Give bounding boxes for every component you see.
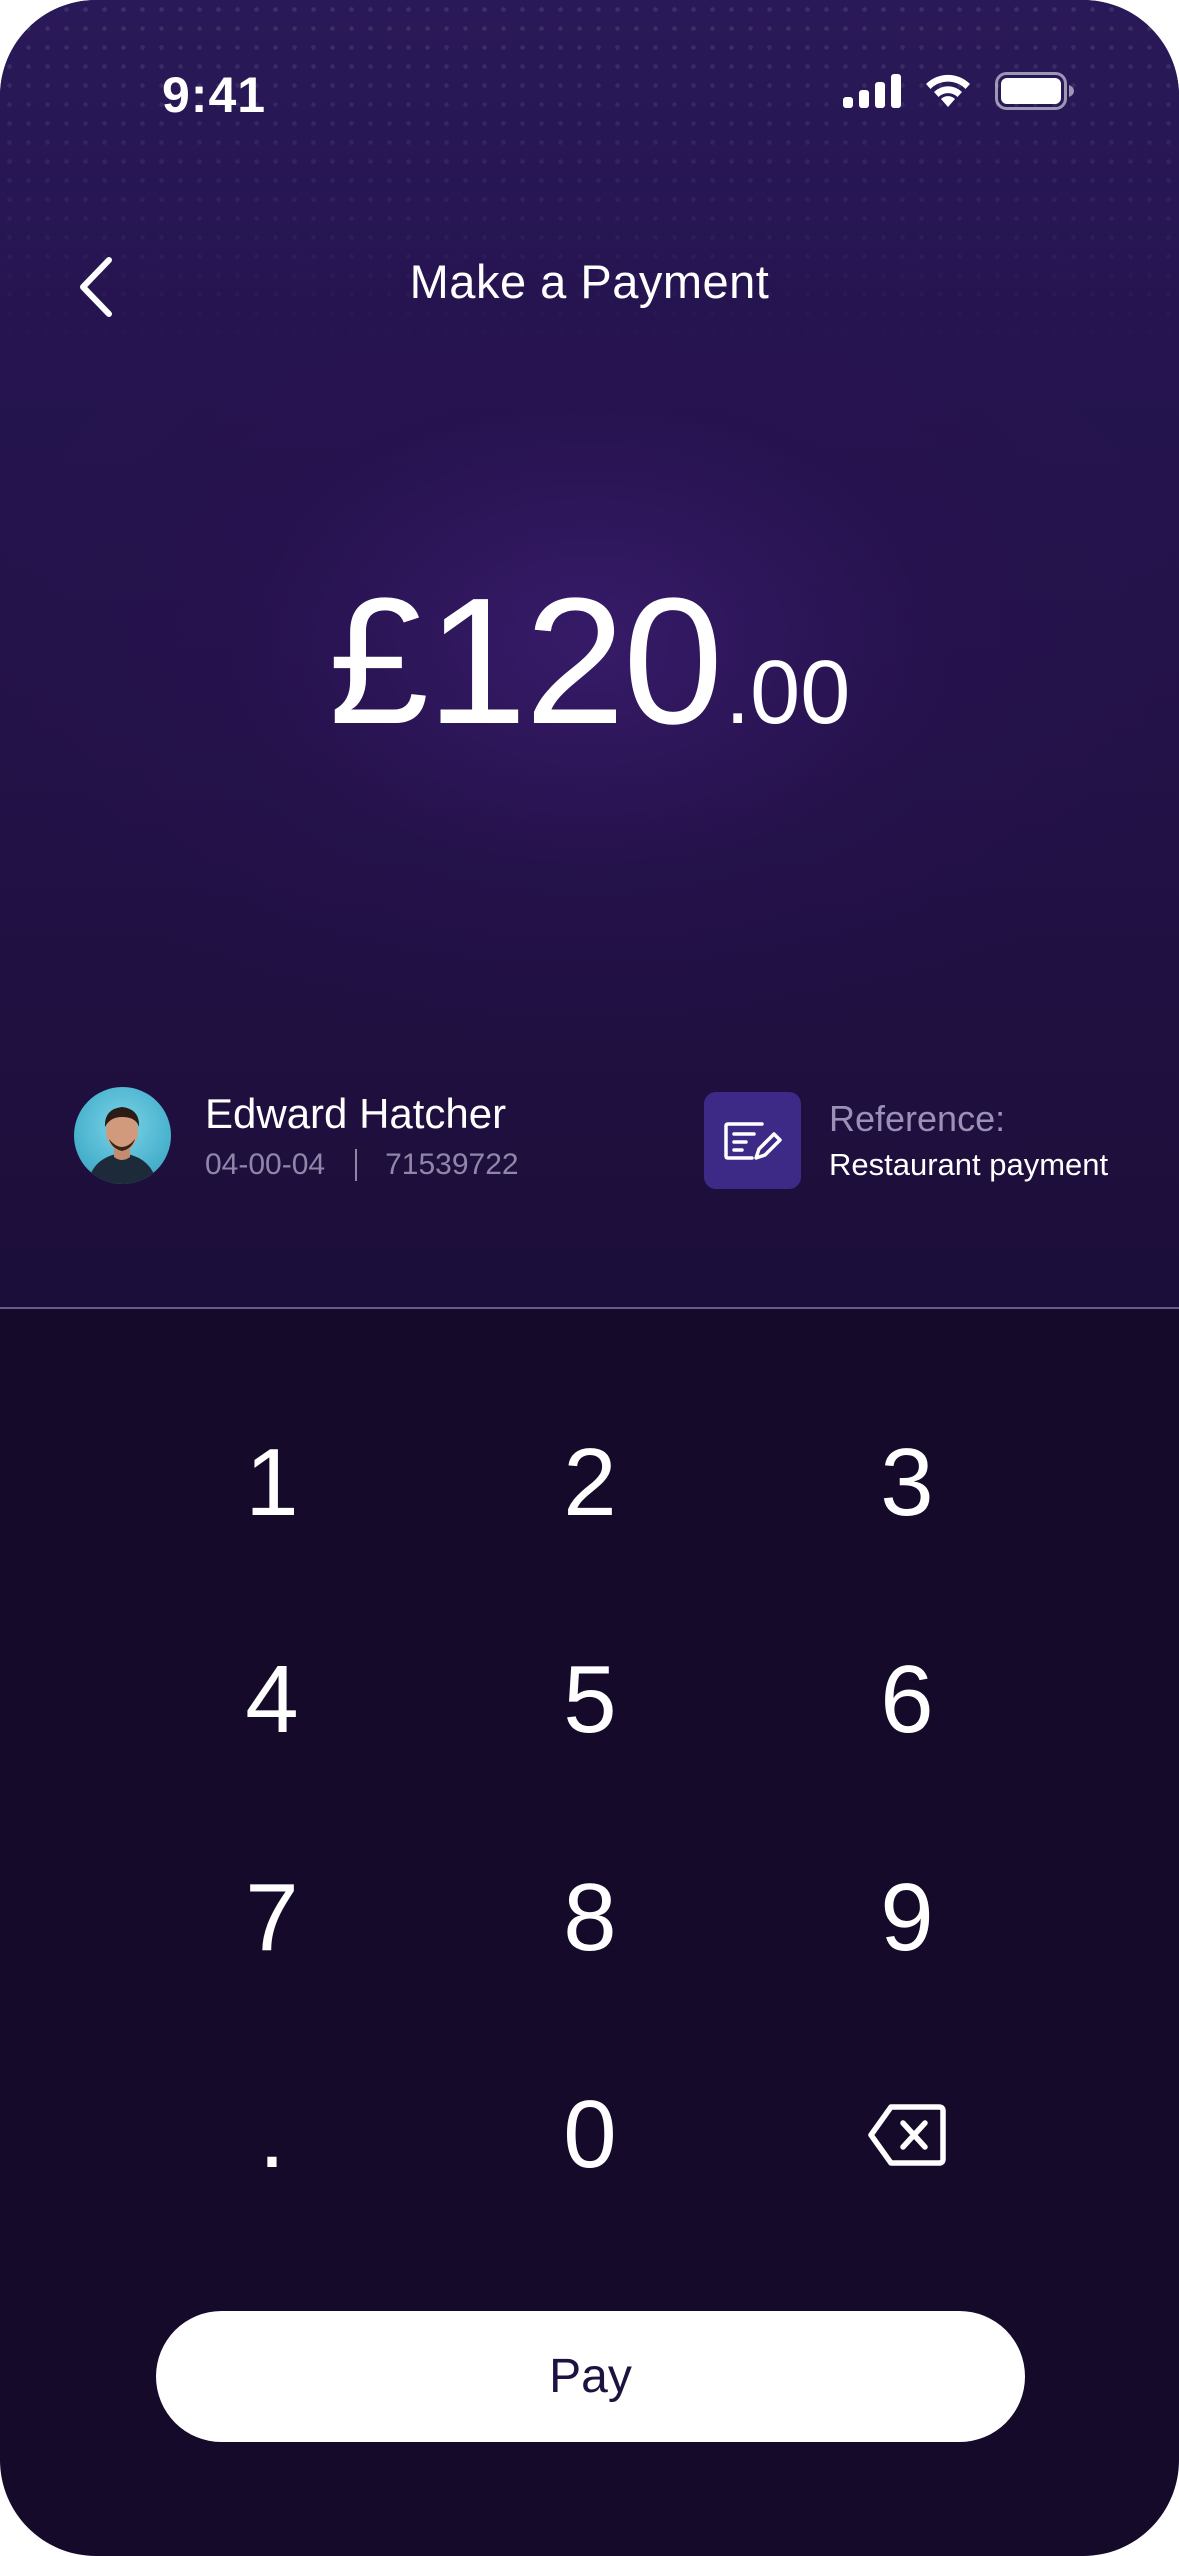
key-7[interactable]: 7 [122,1828,422,2008]
reference-value: Restaurant payment [829,1146,1109,1182]
sort-code: 04-00-04 [205,1147,326,1181]
key-6[interactable]: 6 [757,1610,1057,1790]
note-edit-icon [723,1121,782,1160]
key-1[interactable]: 1 [122,1393,422,1573]
key-0[interactable]: 0 [440,2045,740,2225]
pay-button[interactable]: Pay [156,2311,1025,2442]
section-divider [0,1307,1179,1309]
recipient-name: Edward Hatcher [205,1089,507,1137]
person-photo-icon [88,1107,157,1184]
amount-whole: £120 [328,561,723,762]
key-4[interactable]: 4 [122,1610,422,1790]
key-9[interactable]: 9 [757,1828,1057,2008]
avatar [74,1087,171,1184]
phone-screen: 9:41 Make a Payment £120.00 Edward Hatch… [0,0,1179,2556]
status-time: 9:41 [162,67,267,123]
recipient-details: Edward Hatcher 04-00-04 71539722 [205,1089,519,1183]
page-title: Make a Payment [409,255,770,308]
status-icons [843,72,1075,110]
backspace-button[interactable] [757,2045,1057,2225]
recipient-info[interactable]: Edward Hatcher 04-00-04 71539722 [74,1087,519,1184]
account-number: 71539722 [385,1147,519,1181]
payment-amount: £120.00 [0,558,1179,765]
recipient-account: 04-00-04 71539722 [205,1147,519,1183]
dot-pattern-decoration [0,0,1179,380]
key-3[interactable]: 3 [757,1393,1057,1573]
reference-label: Reference: [829,1097,1006,1139]
battery-icon [995,72,1074,110]
reference-details: Reference: Restaurant payment [829,1098,1108,1184]
key-8[interactable]: 8 [440,1828,740,2008]
cellular-signal-icon [843,74,901,108]
reference-info[interactable]: Reference: Restaurant payment [704,1092,1108,1189]
reference-icon-box [704,1092,801,1189]
amount-decimal: .00 [725,643,851,743]
key-5[interactable]: 5 [440,1610,740,1790]
key-decimal[interactable]: . [122,2045,422,2225]
backspace-icon [868,2104,946,2166]
key-2[interactable]: 2 [440,1393,740,1573]
wifi-icon [926,74,970,107]
account-separator [355,1148,358,1181]
